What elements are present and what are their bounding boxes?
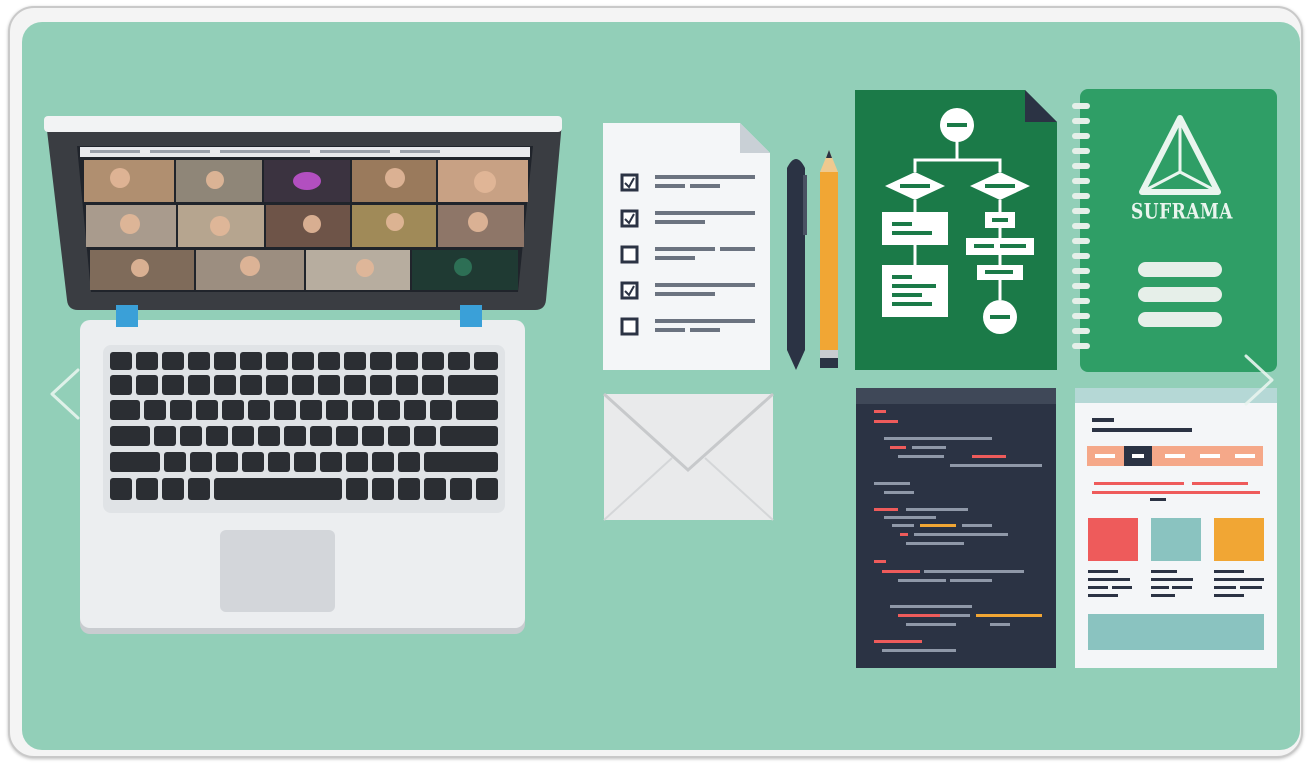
chevron-left-icon <box>50 368 80 420</box>
chevron-right-icon <box>1244 354 1274 406</box>
video-call-screen <box>77 146 533 292</box>
pencil-illustration <box>820 150 838 368</box>
envelope-illustration <box>602 392 774 521</box>
slide-illustration <box>44 89 1277 668</box>
carousel-slide <box>22 22 1300 750</box>
notebook-logo-text: SUFRAMA <box>1131 199 1233 225</box>
code-document-illustration <box>856 388 1056 668</box>
carousel-prev-button[interactable] <box>44 364 86 424</box>
webpage-document-illustration <box>1075 388 1277 668</box>
notebook-lines <box>1138 262 1222 327</box>
carousel-next-button[interactable] <box>1238 350 1280 410</box>
laptop-illustration <box>44 116 562 634</box>
notebook-illustration <box>1072 89 1277 372</box>
flowchart-document-illustration <box>855 90 1057 370</box>
laptop-trackpad <box>220 530 335 612</box>
checklist-document-illustration <box>603 123 770 370</box>
pen-illustration <box>787 159 807 370</box>
